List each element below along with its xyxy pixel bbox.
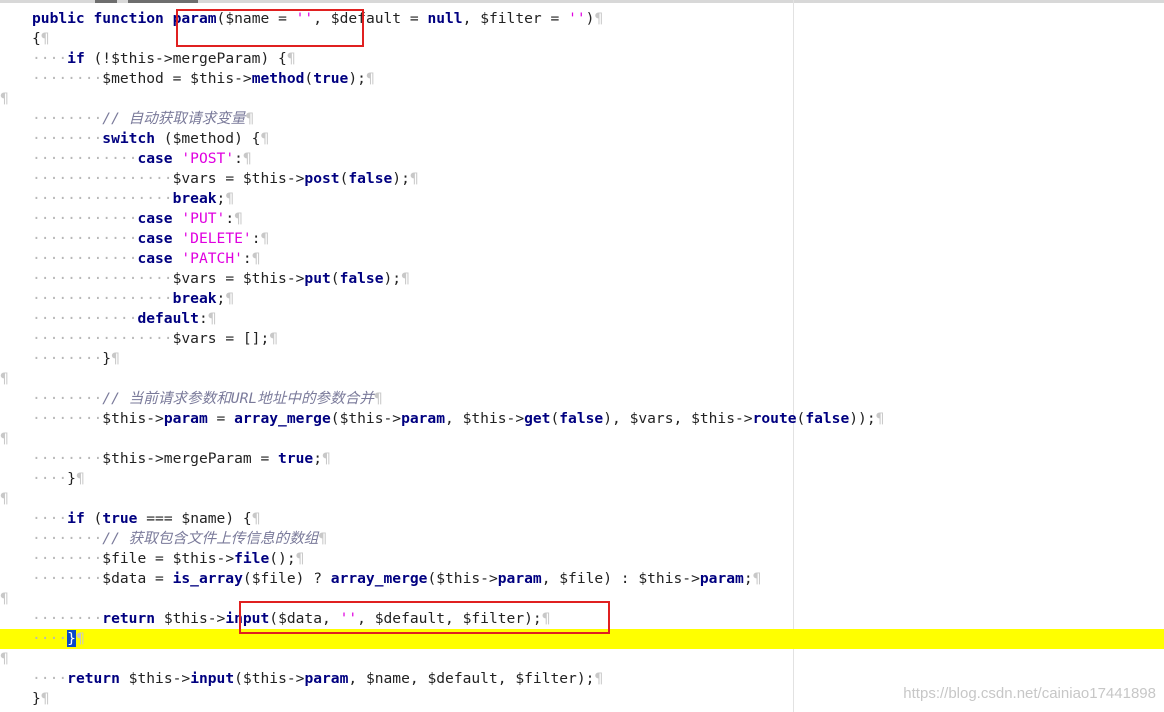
code-line[interactable]: public function param($name = '', $defau… bbox=[0, 9, 1164, 29]
tab-indicator[interactable] bbox=[128, 0, 198, 3]
code-line[interactable]: ············case 'POST':¶ bbox=[0, 149, 1164, 169]
watermark: https://blog.csdn.net/cainiao17441898 bbox=[903, 685, 1156, 702]
code-line-text: ················$vars = [];¶ bbox=[32, 330, 279, 347]
code-line-text: ················break;¶ bbox=[32, 190, 235, 207]
code-line-text: ········// 当前请求参数和URL地址中的参数合并¶ bbox=[32, 390, 383, 407]
code-line-text: ················break;¶ bbox=[32, 290, 235, 307]
code-line[interactable]: ················$vars = $this->post(fals… bbox=[0, 169, 1164, 189]
code-line[interactable]: ········$this->mergeParam = true;¶ bbox=[0, 449, 1164, 469]
code-line-text: ············default:¶ bbox=[32, 310, 217, 327]
code-line-text: ¶ bbox=[0, 370, 9, 387]
code-line[interactable]: ¶ bbox=[0, 489, 1164, 509]
code-line[interactable]: ········$this->param = array_merge($this… bbox=[0, 409, 1164, 429]
code-line-text: {¶ bbox=[32, 30, 50, 47]
code-line[interactable]: ················$vars = [];¶ bbox=[0, 329, 1164, 349]
code-line[interactable]: ····if (true === $name) {¶ bbox=[0, 509, 1164, 529]
code-editor[interactable]: public function param($name = '', $defau… bbox=[0, 0, 1164, 712]
code-line[interactable]: ····if (!$this->mergeParam) {¶ bbox=[0, 49, 1164, 69]
code-line[interactable]: ¶ bbox=[0, 89, 1164, 109]
code-line-text: }¶ bbox=[32, 690, 50, 707]
code-line-text: ············case 'PATCH':¶ bbox=[32, 250, 261, 267]
code-line[interactable]: ········// 自动获取请求变量¶ bbox=[0, 109, 1164, 129]
code-line[interactable]: ················break;¶ bbox=[0, 189, 1164, 209]
code-line-text: ········$data = is_array($file) ? array_… bbox=[32, 570, 762, 587]
code-line-text: ················$vars = $this->post(fals… bbox=[32, 170, 419, 187]
tab-indicator[interactable] bbox=[95, 0, 117, 3]
code-line-text: ¶ bbox=[0, 490, 9, 507]
code-line-text: ¶ bbox=[0, 430, 9, 447]
code-line[interactable]: ········}¶ bbox=[0, 349, 1164, 369]
code-line[interactable]: ················break;¶ bbox=[0, 289, 1164, 309]
code-line-text: ¶ bbox=[0, 650, 9, 667]
code-line-text: ¶ bbox=[0, 90, 9, 107]
code-line-text: ················$vars = $this->put(false… bbox=[32, 270, 410, 287]
code-line[interactable]: ········// 当前请求参数和URL地址中的参数合并¶ bbox=[0, 389, 1164, 409]
code-line-text: ········$this->param = array_merge($this… bbox=[32, 410, 885, 427]
code-line[interactable]: ············case 'PUT':¶ bbox=[0, 209, 1164, 229]
annotation-box-param bbox=[176, 9, 364, 47]
code-line-text: ············case 'POST':¶ bbox=[32, 150, 252, 167]
code-line-text: ········// 获取包含文件上传信息的数组¶ bbox=[32, 530, 328, 547]
code-line[interactable]: ¶ bbox=[0, 369, 1164, 389]
code-line[interactable]: ········$method = $this->method(true);¶ bbox=[0, 69, 1164, 89]
code-line[interactable]: ········$data = is_array($file) ? array_… bbox=[0, 569, 1164, 589]
code-line-text: ····if (!$this->mergeParam) {¶ bbox=[32, 50, 296, 67]
code-line[interactable]: ····}¶ bbox=[0, 469, 1164, 489]
code-line[interactable]: ········// 获取包含文件上传信息的数组¶ bbox=[0, 529, 1164, 549]
code-line-text: ········$method = $this->method(true);¶ bbox=[32, 70, 375, 87]
code-line-text: ¶ bbox=[0, 590, 9, 607]
annotation-box-input bbox=[239, 601, 610, 634]
code-line[interactable]: ········$file = $this->file();¶ bbox=[0, 549, 1164, 569]
code-line-text: ····if (true === $name) {¶ bbox=[32, 510, 261, 527]
code-line-text: ····}¶ bbox=[32, 470, 85, 487]
code-line[interactable]: ¶ bbox=[0, 429, 1164, 449]
code-line[interactable]: {¶ bbox=[0, 29, 1164, 49]
code-line-text: ········// 自动获取请求变量¶ bbox=[32, 110, 255, 127]
code-line[interactable]: ············case 'DELETE':¶ bbox=[0, 229, 1164, 249]
code-line-text: ····return $this->input($this->param, $n… bbox=[32, 670, 604, 687]
code-line-text: ········switch ($method) {¶ bbox=[32, 130, 270, 147]
code-line[interactable]: ¶ bbox=[0, 649, 1164, 669]
code-line[interactable]: ················$vars = $this->put(false… bbox=[0, 269, 1164, 289]
code-line[interactable]: ········switch ($method) {¶ bbox=[0, 129, 1164, 149]
code-line-text: ········$this->mergeParam = true;¶ bbox=[32, 450, 331, 467]
tab-strip bbox=[0, 0, 1164, 3]
code-line-text: ····}¶ bbox=[32, 630, 85, 647]
code-line-text: ········}¶ bbox=[32, 350, 120, 367]
code-line[interactable]: ············default:¶ bbox=[0, 309, 1164, 329]
code-line-text: ············case 'PUT':¶ bbox=[32, 210, 243, 227]
code-line-text: ········$file = $this->file();¶ bbox=[32, 550, 305, 567]
code-line[interactable]: ············case 'PATCH':¶ bbox=[0, 249, 1164, 269]
code-line-text: ············case 'DELETE':¶ bbox=[32, 230, 270, 247]
